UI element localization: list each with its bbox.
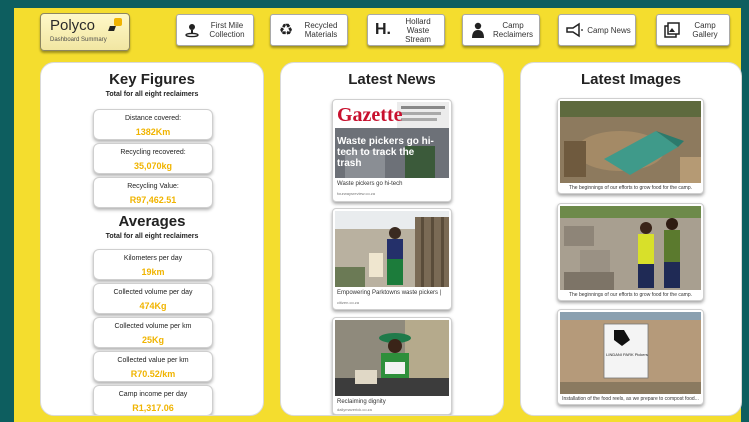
- stat-card: Kilometers per day 19km: [93, 249, 213, 280]
- stat-card: Recycling Value: R97,462.51: [93, 177, 213, 208]
- stat-card: Collected volume per day 474Kg: [93, 283, 213, 314]
- key-figures-subtitle: Total for all eight reclaimers: [105, 91, 199, 98]
- nav-camp-reclaimers-button[interactable]: Camp Reclaimers: [462, 14, 540, 46]
- nav-label: Camp News: [587, 25, 631, 35]
- person-icon: [469, 21, 487, 39]
- gallery-image: [560, 101, 701, 183]
- gallery-caption: The beginnings of our efforts to grow fo…: [568, 292, 693, 298]
- brand-logo-accent-icon: [108, 26, 116, 31]
- news-caption: Waste pickers go hi-tech: [337, 181, 403, 187]
- nav-hollard-waste-stream-button[interactable]: H. Hollard Waste Stream: [367, 14, 445, 46]
- stat-label: Recycling recovered:: [120, 149, 186, 156]
- averages-title: Averages: [118, 213, 186, 230]
- latest-news-panel: Latest News Gazette Waste pickers go hi-…: [280, 62, 504, 416]
- megaphone-icon: [565, 21, 583, 39]
- stat-card: Recycling recovered: 35,070kg: [93, 143, 213, 174]
- gallery-icon: [663, 21, 681, 39]
- nav-label: Camp Gallery: [692, 21, 718, 39]
- gallery-image-card[interactable]: The beginnings of our efforts to grow fo…: [557, 203, 704, 301]
- averages-subtitle: Total for all eight reclaimers: [105, 233, 199, 240]
- news-card[interactable]: Gazette Waste pickers go hi-tech to trac…: [332, 99, 452, 202]
- news-caption: Reclaiming dignity: [337, 399, 386, 405]
- news-card[interactable]: Reclaiming dignity dailymaverick.co.za: [332, 317, 452, 415]
- stat-value: 19km: [141, 267, 165, 277]
- stat-card: Collected value per km R70.52/km: [93, 351, 213, 382]
- news-caption: Empowering Parktowns waste pickers |: [337, 290, 442, 296]
- nav-camp-news-button[interactable]: Camp News: [558, 14, 636, 46]
- key-figures-title: Key Figures: [109, 71, 195, 88]
- stat-label: Collected value per km: [117, 357, 189, 364]
- stat-label: Camp income per day: [118, 391, 188, 398]
- gallery-image-card[interactable]: The beginnings of our efforts to grow fo…: [557, 98, 704, 194]
- stat-value: R70.52/km: [130, 369, 176, 379]
- gallery-caption: The beginnings of our efforts to grow fo…: [568, 185, 693, 191]
- stat-value: 1382Km: [135, 127, 171, 137]
- nav-label: Recycled Materials: [304, 21, 338, 39]
- gallery-sign-text: LINDANI PARK Pickers: [606, 352, 648, 357]
- recycle-icon: ♻: [278, 22, 294, 39]
- nav-label: Hollard Waste Stream: [405, 16, 431, 44]
- nav-recycled-materials-button[interactable]: ♻ Recycled Materials: [270, 14, 348, 46]
- stat-label: Kilometers per day: [123, 255, 183, 262]
- logo-button[interactable]: Polyco Dashboard Summary: [40, 13, 130, 51]
- key-figures-panel: Key Figures Total for all eight reclaime…: [40, 62, 264, 416]
- stat-value: R1,317.06: [132, 403, 174, 413]
- stat-label: Collected volume per km: [114, 323, 192, 330]
- brand-subtitle: Dashboard Summary: [50, 37, 107, 43]
- news-source: citizen.co.za: [337, 300, 360, 305]
- nav-label: Camp Reclaimers: [492, 21, 533, 39]
- stat-label: Collected volume per day: [113, 289, 193, 296]
- person-pin-icon: [183, 21, 201, 39]
- gallery-image-card[interactable]: LINDANI PARK Pickers Installation of the…: [557, 309, 704, 405]
- gallery-caption: Installation of the food reels, as we pr…: [562, 396, 699, 402]
- news-source: dailymaverick.co.za: [337, 407, 372, 412]
- stat-label: Recycling Value:: [127, 183, 179, 190]
- hollard-logo-icon: H.: [375, 21, 391, 38]
- nav-label: First Mile Collection: [209, 21, 245, 39]
- news-source: fourwaysreview.co.za: [337, 191, 376, 196]
- stat-value: R97,462.51: [129, 195, 177, 205]
- stat-card: Camp income per day R1,317.06: [93, 385, 213, 415]
- gallery-image: [560, 206, 701, 290]
- nav-camp-gallery-button[interactable]: Camp Gallery: [656, 14, 730, 46]
- news-thumbnail: [335, 211, 449, 287]
- latest-images-title: Latest Images: [580, 71, 682, 88]
- stat-label: Distance covered:: [124, 115, 182, 122]
- stat-card: Collected volume per km 25Kg: [93, 317, 213, 348]
- nav-first-mile-collection-button[interactable]: First Mile Collection: [176, 14, 254, 46]
- stat-value: 474Kg: [139, 301, 167, 311]
- news-headline: Waste pickers go hi-tech to track the tr…: [337, 136, 434, 169]
- news-card[interactable]: Empowering Parktowns waste pickers | cit…: [332, 208, 452, 310]
- stat-value: 25Kg: [141, 335, 164, 345]
- gazette-masthead: Gazette: [337, 104, 403, 126]
- latest-news-title: Latest News: [348, 71, 436, 88]
- brand-logo-icon: [114, 18, 122, 26]
- stat-card: Distance covered: 1382Km: [93, 109, 213, 140]
- brand-name: Polyco: [50, 17, 96, 34]
- latest-images-panel: Latest Images The beginnings of our effo…: [520, 62, 742, 416]
- news-thumbnail: [335, 320, 449, 396]
- stat-value: 35,070kg: [133, 161, 173, 171]
